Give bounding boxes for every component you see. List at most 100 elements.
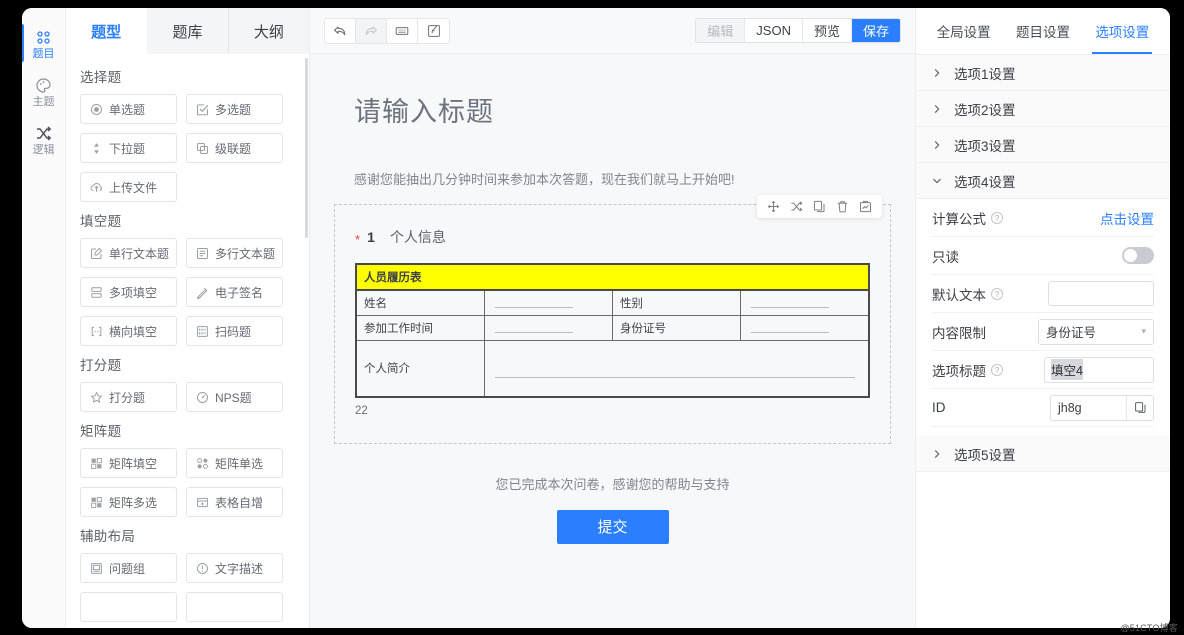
chip-cascade[interactable]: 级联题 bbox=[186, 133, 283, 163]
question-number: 1 bbox=[367, 229, 375, 245]
save-to-library-icon[interactable] bbox=[859, 200, 872, 213]
setting-row-readonly: 只读 bbox=[932, 237, 1154, 275]
chip-text-description[interactable]: 文字描述 bbox=[186, 553, 283, 583]
chip-multi-line-text[interactable]: 多行文本题 bbox=[186, 238, 283, 268]
group-title-score: 打分题 bbox=[80, 354, 295, 374]
group-title-choice: 选择题 bbox=[80, 66, 295, 86]
cell-input-work-start[interactable] bbox=[484, 316, 612, 341]
shuffle-icon[interactable] bbox=[790, 200, 803, 213]
tab-question-types[interactable]: 题型 bbox=[66, 8, 147, 54]
chip-label: 横向填空 bbox=[109, 323, 157, 340]
rail-item-theme[interactable]: 主题 bbox=[22, 68, 66, 116]
group-title-layout: 辅助布局 bbox=[80, 525, 295, 545]
move-icon[interactable] bbox=[767, 200, 780, 213]
chip-score[interactable]: 打分题 bbox=[80, 382, 177, 412]
chip-multi-choice[interactable]: 多选题 bbox=[186, 94, 283, 124]
accordion-option4[interactable]: 选项4设置 bbox=[916, 163, 1170, 199]
tab-question-settings[interactable]: 题目设置 bbox=[1013, 8, 1073, 54]
formula-label: 计算公式 bbox=[932, 208, 986, 228]
question-card[interactable]: * 1 个人信息 人员履历表 姓名 性别 bbox=[334, 204, 891, 444]
chip-label: 扫码题 bbox=[215, 323, 251, 340]
help-icon[interactable]: ? bbox=[991, 288, 1003, 300]
cell-input-gender[interactable] bbox=[741, 290, 869, 316]
accordion-gap bbox=[916, 427, 1170, 436]
redo-button[interactable] bbox=[356, 19, 387, 43]
chip-label: 打分题 bbox=[109, 389, 145, 406]
readonly-toggle[interactable] bbox=[1122, 247, 1154, 264]
cell-label-bio: 个人简介 bbox=[356, 341, 484, 397]
undo-button[interactable] bbox=[325, 19, 356, 43]
chip-single-choice[interactable]: 单选题 bbox=[80, 94, 177, 124]
cell-label-gender: 性别 bbox=[613, 290, 741, 316]
chip-table-auto-add[interactable]: 表格自增 bbox=[186, 487, 283, 517]
accordion-label: 选项1设置 bbox=[954, 63, 1016, 83]
chip-partial-1[interactable] bbox=[80, 592, 177, 622]
keyboard-icon bbox=[395, 24, 409, 38]
cell-input-bio[interactable] bbox=[484, 341, 869, 397]
fill-line bbox=[751, 324, 829, 333]
page-title[interactable]: 请输入标题 bbox=[354, 90, 893, 129]
copy-icon bbox=[1134, 401, 1147, 414]
survey-description[interactable]: 感谢您能抽出几分钟时间来参加本次答题，现在我们就马上开始吧! bbox=[354, 169, 893, 188]
rail-label: 题目 bbox=[33, 48, 55, 61]
delete-icon[interactable] bbox=[836, 200, 849, 213]
chip-inline-blank[interactable]: 横向填空 bbox=[80, 316, 177, 346]
option-title-input[interactable]: 填空4 bbox=[1044, 357, 1154, 383]
chip-question-group[interactable]: 问题组 bbox=[80, 553, 177, 583]
keyboard-shortcuts-button[interactable] bbox=[387, 19, 418, 43]
copy-icon[interactable] bbox=[813, 200, 826, 213]
chip-multi-blank[interactable]: 多项填空 bbox=[80, 277, 177, 307]
content-limit-label: 内容限制 bbox=[932, 322, 986, 342]
tab-question-bank[interactable]: 题库 bbox=[147, 8, 228, 54]
group-items-matrix: 矩阵填空 矩阵单选 矩阵多选 表格自增 bbox=[80, 448, 295, 517]
content-limit-select[interactable]: 身份证号 ▾ bbox=[1038, 319, 1154, 345]
id-field[interactable]: jh8g bbox=[1050, 395, 1154, 421]
rail-item-logic[interactable]: 逻辑 bbox=[22, 116, 66, 164]
component-tabs: 题型 题库 大纲 bbox=[66, 8, 309, 54]
component-panel-scrollbar[interactable] bbox=[305, 58, 308, 238]
accordion-option3[interactable]: 选项3设置 bbox=[916, 127, 1170, 163]
tab-global-settings[interactable]: 全局设置 bbox=[934, 8, 994, 54]
import-template-button[interactable] bbox=[418, 19, 449, 43]
history-tools bbox=[324, 18, 450, 44]
segment-preview[interactable]: 预览 bbox=[803, 19, 852, 42]
table-row-bio: 个人简介 bbox=[356, 341, 869, 397]
tab-outline[interactable]: 大纲 bbox=[229, 8, 309, 54]
cell-input-id-number[interactable] bbox=[741, 316, 869, 341]
help-icon[interactable]: ? bbox=[991, 212, 1003, 224]
component-list: 选择题 单选题 多选题 下拉题 级联题 bbox=[66, 54, 309, 628]
watermark: @51CTO博客 bbox=[1120, 621, 1178, 634]
formula-set-link[interactable]: 点击设置 bbox=[1100, 208, 1154, 228]
chip-dropdown[interactable]: 下拉题 bbox=[80, 133, 177, 163]
chip-single-line-text[interactable]: 单行文本题 bbox=[80, 238, 177, 268]
accordion-option2[interactable]: 选项2设置 bbox=[916, 91, 1170, 127]
chip-matrix-blank[interactable]: 矩阵填空 bbox=[80, 448, 177, 478]
default-text-input[interactable] bbox=[1048, 281, 1154, 306]
rail-item-questions[interactable]: 题目 bbox=[22, 20, 66, 68]
question-title[interactable]: 个人信息 bbox=[390, 227, 446, 247]
chip-partial-2[interactable] bbox=[186, 592, 283, 622]
chip-barcode[interactable]: 扫码题 bbox=[186, 316, 283, 346]
chip-signature[interactable]: 电子签名 bbox=[186, 277, 283, 307]
chip-matrix-multi[interactable]: 矩阵多选 bbox=[80, 487, 177, 517]
accordion-option5[interactable]: 选项5设置 bbox=[916, 436, 1170, 472]
setting-row-option-title: 选项标题 ? 填空4 bbox=[932, 351, 1154, 389]
accordion-option1[interactable]: 选项1设置 bbox=[916, 55, 1170, 91]
segment-json[interactable]: JSON bbox=[745, 19, 803, 42]
cell-label-id-number: 身份证号 bbox=[613, 316, 741, 341]
undo-icon bbox=[333, 24, 347, 38]
cell-input-name[interactable] bbox=[484, 290, 612, 316]
copy-id-button[interactable] bbox=[1126, 396, 1153, 420]
help-icon[interactable]: ? bbox=[991, 364, 1003, 376]
chip-nps[interactable]: NPS题 bbox=[186, 382, 283, 412]
chip-upload-file[interactable]: 上传文件 bbox=[80, 172, 177, 202]
group-items-layout: 问题组 文字描述 bbox=[80, 553, 295, 622]
table-row: 姓名 性别 bbox=[356, 290, 869, 316]
tab-option-settings[interactable]: 选项设置 bbox=[1092, 8, 1152, 54]
submit-button[interactable]: 提交 bbox=[557, 510, 669, 544]
segment-edit[interactable]: 编辑 bbox=[696, 19, 745, 42]
segment-save[interactable]: 保存 bbox=[852, 19, 900, 42]
rail-label: 逻辑 bbox=[33, 144, 55, 157]
setting-row-id: ID jh8g bbox=[932, 389, 1154, 427]
chip-matrix-single[interactable]: 矩阵单选 bbox=[186, 448, 283, 478]
